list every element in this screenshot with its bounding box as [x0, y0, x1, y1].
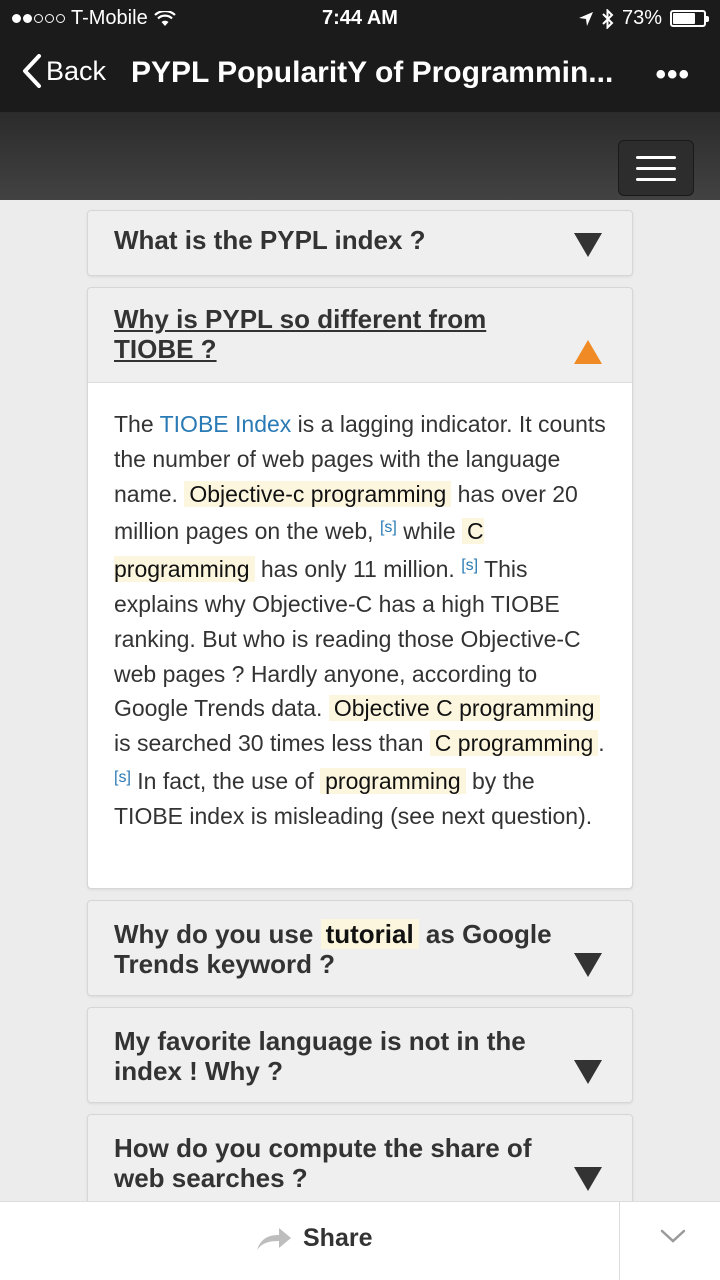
collapse-arrow-icon[interactable]	[574, 340, 602, 364]
faq-question-text: Why is PYPL so different from TIOBE ?	[114, 304, 487, 364]
battery-icon	[670, 10, 709, 27]
back-label: Back	[46, 55, 107, 86]
answer-text: while	[396, 518, 463, 545]
faq-item[interactable]: How do you compute the share of web sear…	[87, 1114, 633, 1210]
answer-text: .	[598, 730, 605, 757]
answer-text: In fact, the use of	[130, 767, 321, 794]
faq-question[interactable]: What is the PYPL index ?	[88, 211, 632, 275]
share-label: Share	[303, 1224, 373, 1252]
faq-item[interactable]: My favorite language is not in the index…	[87, 1007, 633, 1103]
expand-arrow-icon[interactable]	[574, 1060, 602, 1084]
navigation-bar: Back PYPL PopularitY of Programmin... ••…	[0, 36, 720, 112]
faq-question-text: Why do you use	[114, 919, 314, 949]
expand-arrow-icon[interactable]	[574, 953, 602, 977]
battery-percent: 73%	[621, 7, 662, 29]
highlighted-term: Objective C programming	[328, 695, 600, 722]
answer-text: is searched 30 times less than	[114, 730, 430, 757]
answer-text: has only 11 million.	[254, 556, 462, 583]
faq-question[interactable]: My favorite language is not in the index…	[88, 1008, 632, 1102]
status-right: 73%	[578, 7, 709, 30]
faq-question-text: What is the PYPL index ?	[114, 225, 426, 255]
location-arrow-icon	[578, 11, 593, 26]
share-toolbar: Share	[0, 1201, 720, 1280]
source-link[interactable]: [s]	[114, 769, 131, 786]
expand-arrow-icon[interactable]	[574, 233, 602, 257]
hamburger-menu-button[interactable]	[618, 140, 694, 196]
status-bar: T-Mobile 7:44 AM 73%	[0, 0, 720, 36]
faq-question[interactable]: Why is PYPL so different from TIOBE ?	[88, 288, 632, 382]
faq-question-text: My favorite language is not in the index…	[114, 1026, 526, 1086]
faq-item[interactable]: Why do you use tutorial as Google Trends…	[87, 900, 633, 996]
page-title: PYPL PopularitY of Programmin...	[131, 56, 614, 89]
share-arrow-icon	[257, 1227, 291, 1250]
toolbar-divider	[619, 1202, 620, 1280]
faq-question[interactable]: Why do you use tutorial as Google Trends…	[88, 901, 632, 995]
highlighted-term: C programming	[429, 730, 599, 757]
site-header	[0, 112, 720, 200]
faq-item[interactable]: What is the PYPL index ?	[87, 210, 633, 276]
faq-item-expanded[interactable]: Why is PYPL so different from TIOBE ? Th…	[87, 287, 633, 889]
chevron-left-icon	[23, 54, 41, 88]
bluetooth-icon	[602, 8, 614, 29]
faq-answer: The TIOBE Index is a lagging indicator. …	[88, 382, 632, 888]
highlighted-term: Objective-c programming	[184, 480, 452, 507]
expand-arrow-icon[interactable]	[574, 1167, 602, 1191]
source-link[interactable]: [s]	[380, 519, 397, 536]
back-button[interactable]: Back	[22, 54, 106, 88]
more-options-button[interactable]: •••	[655, 58, 690, 92]
answer-text: The	[114, 411, 160, 437]
highlighted-term: tutorial	[320, 919, 419, 949]
faq-question[interactable]: How do you compute the share of web sear…	[88, 1115, 632, 1209]
faq-question-text: How do you compute the share of web sear…	[114, 1133, 532, 1193]
faq-list: What is the PYPL index ? Why is PYPL so …	[87, 210, 633, 1221]
source-link[interactable]: [s]	[461, 557, 478, 574]
highlighted-term: programming	[320, 767, 466, 794]
share-button[interactable]: Share	[255, 1224, 372, 1253]
chevron-down-icon[interactable]	[660, 1228, 686, 1244]
tiobe-index-link[interactable]: TIOBE Index	[160, 411, 292, 437]
